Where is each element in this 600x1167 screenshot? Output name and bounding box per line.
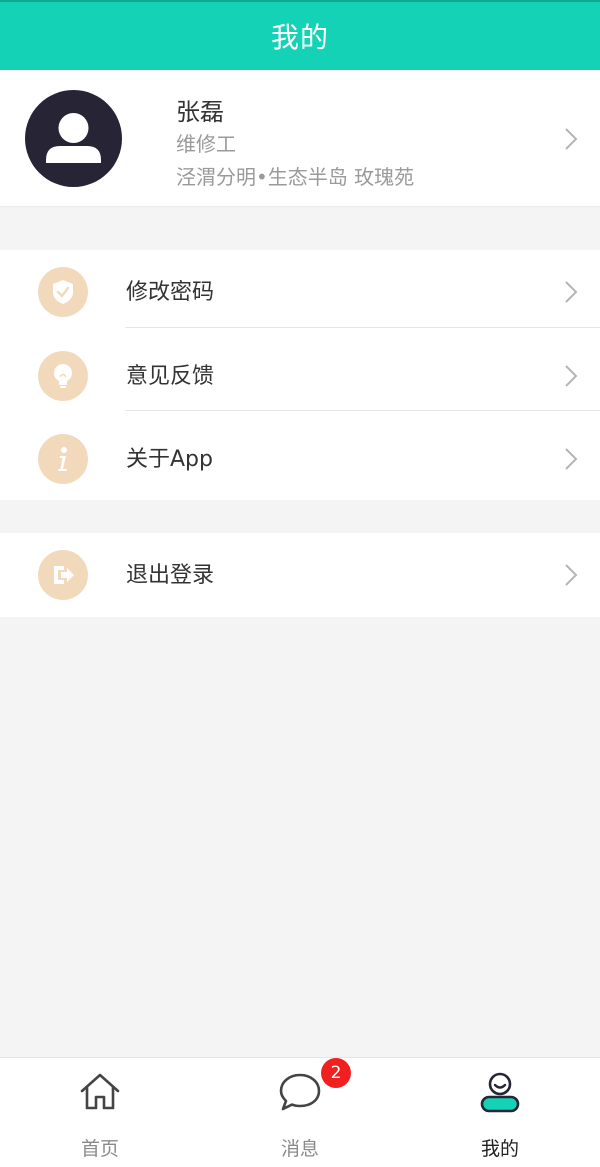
tab-label: 我的 bbox=[480, 1138, 519, 1160]
unread-badge: 2 bbox=[321, 1058, 351, 1088]
profile-card[interactable]: 张磊 维修工 泾渭分明•生态半岛 玫瑰苑 bbox=[0, 70, 600, 207]
chevron-right-icon bbox=[564, 280, 578, 304]
tab-label: 首页 bbox=[80, 1138, 119, 1160]
menu-item-logout[interactable]: 退出登录 bbox=[0, 533, 600, 616]
lightbulb-icon bbox=[38, 351, 88, 401]
profile-address: 泾渭分明•生态半岛 玫瑰苑 bbox=[176, 165, 415, 189]
tab-home[interactable]: 首页 bbox=[0, 1058, 200, 1167]
chevron-right-icon bbox=[564, 127, 578, 151]
tab-messages[interactable]: 2 消息 bbox=[200, 1058, 400, 1167]
divider bbox=[125, 410, 600, 411]
avatar bbox=[25, 90, 122, 187]
menu-item-label: 退出登录 bbox=[126, 563, 215, 588]
chat-bubble-icon bbox=[278, 1070, 322, 1114]
profile-name: 张磊 bbox=[176, 98, 224, 126]
logout-menu: 退出登录 bbox=[0, 533, 600, 617]
menu-item-feedback[interactable]: 意见反馈 bbox=[0, 334, 600, 417]
settings-menu: 修改密码 意见反馈 关于App bbox=[0, 250, 600, 500]
chevron-right-icon bbox=[564, 364, 578, 388]
tab-profile[interactable]: 我的 bbox=[400, 1058, 600, 1167]
bottom-tab-bar: 首页 2 消息 我的 bbox=[0, 1057, 600, 1167]
menu-item-label: 意见反馈 bbox=[126, 364, 215, 389]
home-icon bbox=[78, 1070, 122, 1114]
logout-icon bbox=[38, 550, 88, 600]
profile-role: 维修工 bbox=[176, 132, 236, 156]
user-icon bbox=[478, 1070, 522, 1114]
chevron-right-icon bbox=[564, 447, 578, 471]
page-title: 我的 bbox=[270, 21, 329, 54]
menu-item-label: 修改密码 bbox=[126, 280, 215, 305]
tab-label: 消息 bbox=[280, 1138, 319, 1160]
menu-item-about-app[interactable]: 关于App bbox=[0, 417, 600, 500]
user-silhouette-icon bbox=[46, 113, 101, 163]
top-header: 我的 bbox=[0, 0, 600, 70]
divider bbox=[125, 327, 600, 328]
info-icon bbox=[38, 434, 88, 484]
shield-check-icon bbox=[38, 267, 88, 317]
menu-item-change-password[interactable]: 修改密码 bbox=[0, 250, 600, 333]
chevron-right-icon bbox=[564, 563, 578, 587]
menu-item-label: 关于App bbox=[126, 447, 213, 472]
